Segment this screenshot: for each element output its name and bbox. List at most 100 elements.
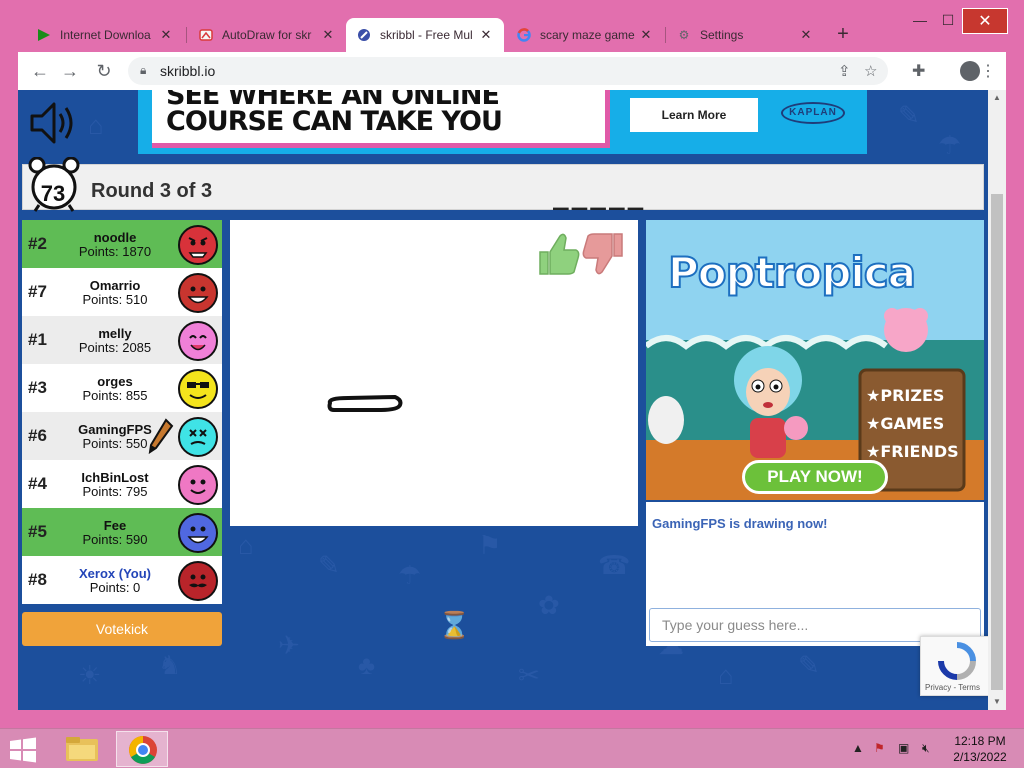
close-tab-icon[interactable]: ✕ xyxy=(798,27,814,43)
player-row[interactable]: #2 noodle Points: 1870 xyxy=(22,220,222,268)
ad-feature-list: ★PRIZES ★GAMES ★FRIENDS xyxy=(866,382,962,466)
tab-title: Internet Downloa xyxy=(60,28,151,42)
skribbl-icon xyxy=(356,27,372,43)
tab-scary-maze[interactable]: scary maze game ✕ xyxy=(506,18,664,52)
thumbs-up-icon[interactable] xyxy=(539,233,580,275)
ad-feature-item: ★GAMES xyxy=(866,414,945,433)
windows-start-icon[interactable] xyxy=(8,737,38,763)
scroll-down-arrow-icon[interactable]: ▼ xyxy=(988,694,1006,710)
player-row[interactable]: #7 Omarrio Points: 510 xyxy=(22,268,222,316)
windows-taskbar: ▲ ⚑ ▣ 🔇︎ 12:18 PM 2/13/2022 xyxy=(0,728,1024,768)
ad-feature-item: ★PRIZES xyxy=(866,386,945,405)
player-name: melly xyxy=(98,326,132,341)
thumbs-down-icon[interactable] xyxy=(582,233,623,275)
clock-date: 2/13/2022 xyxy=(953,750,1007,764)
play-now-button[interactable]: PLAY NOW! xyxy=(742,460,888,494)
recaptcha-icon xyxy=(938,642,976,680)
tab-title: skribbl - Free Mul xyxy=(380,28,473,42)
address-bar[interactable]: 🔒︎ skribbl.io ⇪ ☆ xyxy=(128,57,888,85)
drawing-canvas[interactable] xyxy=(230,220,638,526)
recaptcha-badge[interactable]: Privacy - Terms xyxy=(920,636,988,696)
volume-muted-icon[interactable]: 🔇︎ xyxy=(922,741,930,756)
share-icon[interactable]: ⇪ xyxy=(838,62,851,80)
player-rank: #1 xyxy=(28,330,47,349)
maximize-button[interactable]: ☐ xyxy=(932,10,964,30)
learn-more-button[interactable]: Learn More xyxy=(630,98,758,132)
player-name: IchBinLost xyxy=(81,470,149,485)
extensions-puzzle-icon[interactable]: ✚ xyxy=(912,61,925,81)
clock-time: 12:18 PM xyxy=(954,734,1006,748)
ad-panel: SEE WHERE AN ONLINE COURSE CAN TAKE YOU xyxy=(152,90,610,148)
player-avatar-icon xyxy=(178,465,218,505)
page-scrollbar[interactable]: ▲ ▼ xyxy=(988,90,1006,710)
show-hidden-icons-icon[interactable]: ▲ xyxy=(852,741,864,755)
player-avatar-icon xyxy=(178,369,218,409)
player-row[interactable]: #3 orges Points: 855 xyxy=(22,364,222,412)
reload-icon[interactable]: ↻ xyxy=(92,59,116,83)
ad-headline-2: COURSE CAN TAKE YOU xyxy=(166,106,503,137)
tab-settings[interactable]: ⚙ Settings ✕ xyxy=(666,18,824,52)
close-window-button[interactable]: ✕ xyxy=(962,8,1008,34)
votekick-button[interactable]: Votekick xyxy=(22,612,222,646)
scroll-thumb[interactable] xyxy=(991,194,1003,690)
browser-toolbar: ← → ↻ 🔒︎ skribbl.io ⇪ ☆ ✚ ⋮ xyxy=(18,52,1006,90)
player-avatar-icon xyxy=(178,513,218,553)
player-row[interactable]: #5 Fee Points: 590 xyxy=(22,508,222,556)
player-list: #2 noodle Points: 1870 #7 Omarrio Points: 510… xyxy=(22,220,222,604)
tab-internet-download[interactable]: Internet Downloa ✕ xyxy=(26,18,184,52)
round-bar: 73 Round 3 of 3 _____ xyxy=(22,157,984,212)
tab-skribbl[interactable]: skribbl - Free Mul ✕ xyxy=(346,18,504,52)
tab-autodraw[interactable]: AutoDraw for skr ✕ xyxy=(188,18,346,52)
player-avatar-icon xyxy=(178,561,218,601)
action-center-flag-icon[interactable]: ⚑ xyxy=(874,741,885,755)
pencil-drawing-icon xyxy=(148,418,174,454)
round-timer: 73 xyxy=(40,181,66,206)
menu-kebab-icon[interactable]: ⋮ xyxy=(980,61,996,81)
tab-title: AutoDraw for skr xyxy=(222,28,312,42)
player-row[interactable]: #4 IchBinLost Points: 795 xyxy=(22,460,222,508)
profile-avatar-icon[interactable] xyxy=(960,61,980,81)
network-icon[interactable]: ▣ xyxy=(898,741,909,755)
player-points: Points: 2085 xyxy=(78,340,152,355)
page-viewport: ⌂ ✎ ☂ ⌂ ✎ ☂ ⚑ ✿ ☎ ✈ ♣ ⌛ ✂ ☀ ♞ ⌂ ✎ ☁ SEE … xyxy=(18,90,988,710)
new-tab-button[interactable]: + xyxy=(830,22,856,48)
speaker-icon[interactable] xyxy=(28,100,78,146)
idm-icon xyxy=(36,27,52,43)
player-points: Points: 590 xyxy=(82,532,148,547)
folder-icon xyxy=(66,737,98,761)
player-rank: #6 xyxy=(28,426,47,445)
chrome-icon xyxy=(129,736,157,764)
player-rank: #2 xyxy=(28,234,47,253)
player-name: orges xyxy=(97,374,133,389)
player-avatar-icon xyxy=(178,321,218,361)
side-advertisement[interactable]: Poptropica ★PRIZES ★GAMES ★FRIENDS PLAY NO… xyxy=(646,220,984,500)
player-name: noodle xyxy=(93,230,137,245)
player-points: Points: 795 xyxy=(82,484,148,499)
taskbar-clock[interactable]: 12:18 PM 2/13/2022 xyxy=(948,733,1012,765)
player-row[interactable]: #1 melly Points: 2085 xyxy=(22,316,222,364)
close-tab-icon[interactable]: ✕ xyxy=(320,27,336,43)
forward-arrow-icon[interactable]: → xyxy=(58,59,82,83)
player-points: Points: 1870 xyxy=(78,244,152,259)
close-tab-icon[interactable]: ✕ xyxy=(638,27,654,43)
player-points: Points: 0 xyxy=(89,580,141,595)
url-text[interactable]: skribbl.io xyxy=(160,63,215,79)
player-avatar-icon xyxy=(178,225,218,265)
browser-tabbar: Internet Downloa ✕ AutoDraw for skr ✕ sk… xyxy=(0,0,1024,52)
player-row[interactable]: #8 Xerox (You) Points: 0 xyxy=(22,556,222,604)
file-explorer-taskbar-button[interactable] xyxy=(56,731,108,767)
chrome-taskbar-button[interactable] xyxy=(116,731,168,767)
player-points: Points: 510 xyxy=(82,292,148,307)
player-name: Xerox (You) xyxy=(79,566,151,581)
back-arrow-icon[interactable]: ← xyxy=(28,59,52,83)
player-name: Fee xyxy=(103,518,127,533)
player-row[interactable]: #6 GamingFPS Points: 550 xyxy=(22,412,222,460)
scroll-up-arrow-icon[interactable]: ▲ xyxy=(988,90,1006,106)
top-advertisement[interactable]: SEE WHERE AN ONLINE COURSE CAN TAKE YOU … xyxy=(138,90,867,154)
close-tab-icon[interactable]: ✕ xyxy=(478,27,494,43)
bookmark-star-icon[interactable]: ☆ xyxy=(864,62,877,80)
tab-title: scary maze game xyxy=(540,28,635,42)
close-tab-icon[interactable]: ✕ xyxy=(158,27,174,43)
word-hint: _____ xyxy=(553,181,647,211)
recaptcha-links[interactable]: Privacy - Terms xyxy=(925,683,980,692)
